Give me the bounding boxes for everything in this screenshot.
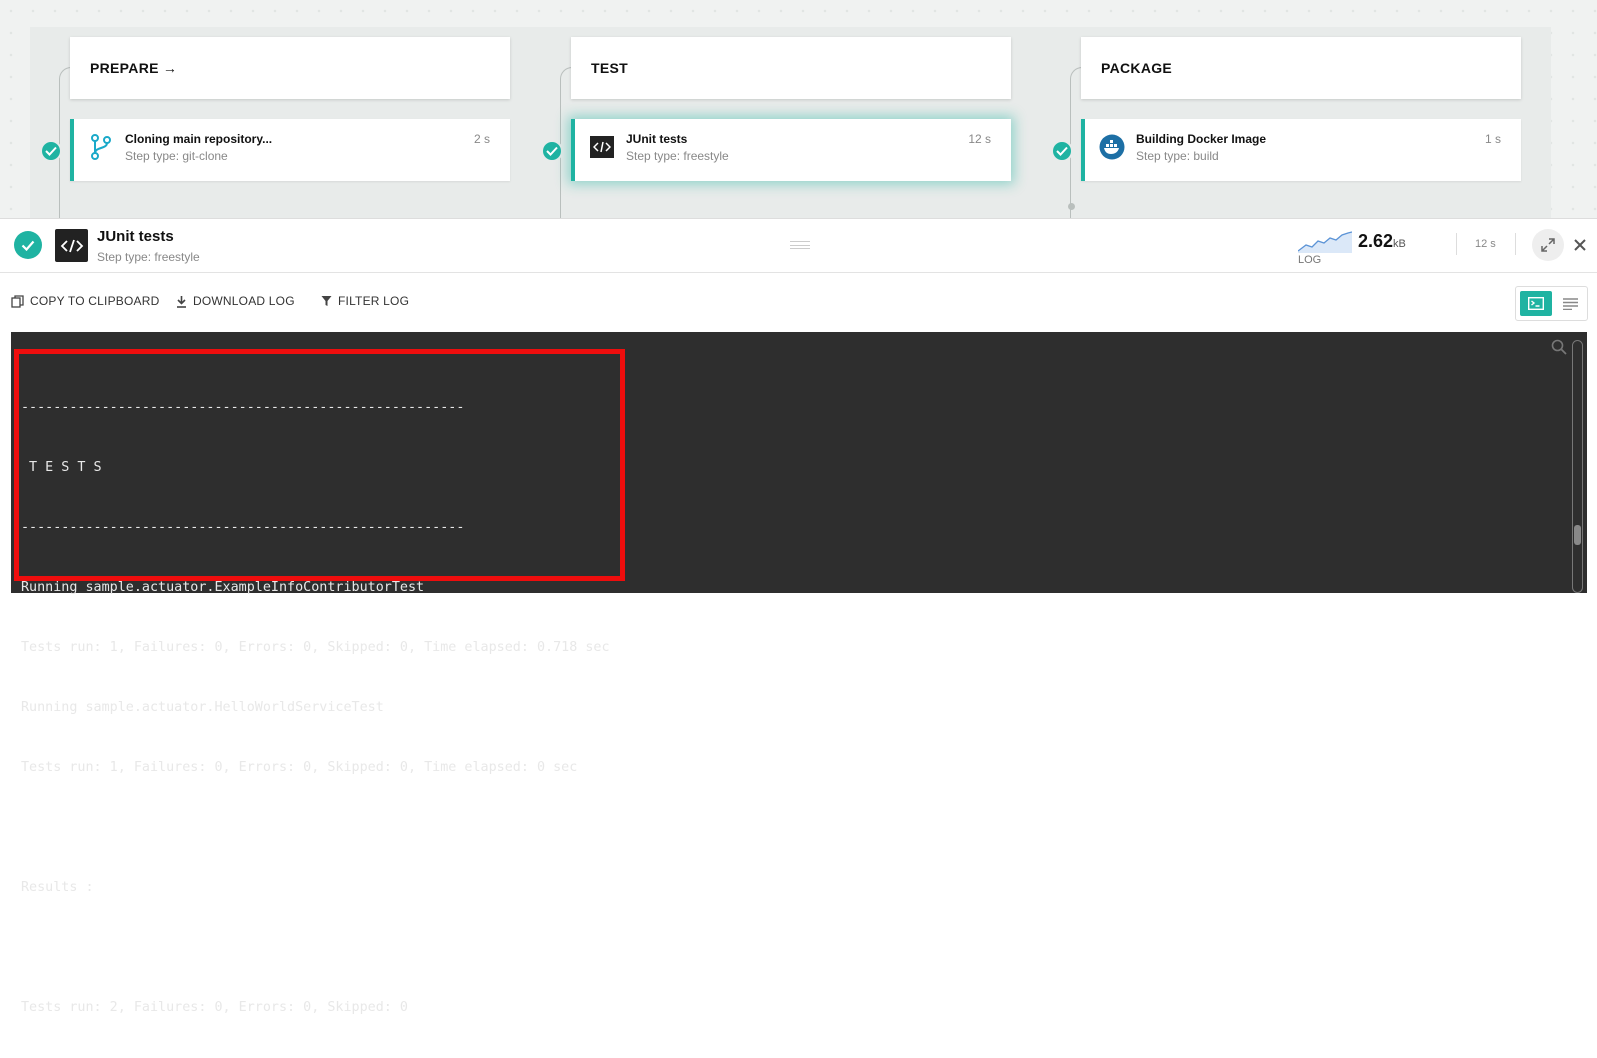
stage-column-test: TEST JUnit tests Step type: freestyle 12… — [531, 27, 1041, 218]
download-icon — [177, 295, 186, 308]
log-size-unit: kB — [1393, 238, 1406, 250]
terminal-icon — [1528, 297, 1544, 310]
download-label: DOWNLOAD LOG — [193, 294, 295, 308]
docker-icon — [1099, 134, 1125, 160]
copy-to-clipboard-button[interactable]: COPY TO CLIPBOARD — [11, 294, 159, 308]
scrollbar-thumb[interactable] — [1574, 525, 1581, 545]
log-line: Results : — [21, 880, 94, 895]
step-detail-title: JUnit tests — [97, 228, 174, 245]
step-success-check-icon — [541, 140, 563, 162]
step-title: Cloning main repository... — [125, 132, 273, 146]
step-duration: 1 s — [1484, 132, 1501, 146]
divider — [1456, 233, 1457, 255]
git-branch-icon — [88, 134, 114, 160]
log-size-value: 2.62 — [1358, 231, 1394, 251]
expand-button[interactable] — [1532, 229, 1564, 261]
log-line: Running sample.actuator.ExampleInfoContr… — [21, 580, 425, 595]
list-lines-icon — [1562, 297, 1578, 310]
log-line: Running sample.actuator.HelloWorldServic… — [21, 700, 384, 715]
log-line: Tests run: 1, Failures: 0, Errors: 0, Sk… — [21, 760, 578, 775]
step-detail-type: Step type: freestyle — [97, 250, 200, 264]
resize-drag-handle[interactable] — [790, 241, 810, 249]
step-duration: 2 s — [473, 132, 490, 146]
close-button[interactable] — [1568, 233, 1592, 257]
log-toolbar: COPY TO CLIPBOARD DOWNLOAD LOG FILTER LO… — [0, 273, 1597, 332]
stage-column-prepare: PREPARE → Cloning main repository... Ste… — [30, 27, 540, 218]
step-detail-duration: 12 s — [1475, 238, 1496, 250]
step-detail-header: JUnit tests Step type: freestyle LOG 2.6… — [0, 218, 1597, 273]
highlight-box — [14, 349, 625, 581]
stage-header-test: TEST — [571, 37, 1011, 99]
step-card-junit-tests[interactable]: JUnit tests Step type: freestyle 12 s — [571, 119, 1011, 181]
log-label: LOG — [1298, 254, 1322, 266]
log-line: Tests run: 2, Failures: 0, Errors: 0, Sk… — [21, 1000, 408, 1015]
filter-log-button[interactable]: FILTER LOG — [321, 294, 409, 308]
step-title: Building Docker Image — [1136, 132, 1267, 146]
step-type: Step type: build — [1136, 149, 1219, 163]
log-view-toggle — [1515, 286, 1588, 321]
log-line: Tests run: 1, Failures: 0, Errors: 0, Sk… — [21, 640, 610, 655]
stage-column-package: PACKAGE Building Docker Image Step type:… — [1041, 27, 1551, 218]
step-title: JUnit tests — [626, 132, 688, 146]
search-icon[interactable] — [1551, 339, 1567, 360]
filter-icon — [321, 296, 332, 306]
code-icon — [55, 229, 88, 262]
pipeline-end-dot — [1068, 203, 1075, 210]
step-success-check-icon — [14, 231, 42, 259]
step-card-cloning[interactable]: Cloning main repository... Step type: gi… — [70, 119, 510, 181]
code-icon — [589, 134, 615, 160]
step-success-check-icon — [40, 140, 62, 162]
step-type: Step type: git-clone — [125, 149, 228, 163]
step-duration: 12 s — [968, 132, 991, 146]
step-card-building-docker-image[interactable]: Building Docker Image Step type: build 1… — [1081, 119, 1521, 181]
expand-icon — [1541, 238, 1555, 252]
close-icon — [1574, 239, 1586, 251]
download-log-button[interactable]: DOWNLOAD LOG — [176, 294, 295, 308]
log-scrollbar[interactable] — [1572, 340, 1583, 593]
copy-label: COPY TO CLIPBOARD — [30, 294, 160, 308]
pipeline-view: PREPARE → Cloning main repository... Ste… — [0, 0, 1597, 218]
filter-label: FILTER LOG — [338, 294, 410, 308]
stage-header-package: PACKAGE — [1081, 37, 1521, 99]
text-view-button[interactable] — [1556, 291, 1584, 316]
copy-icon — [11, 294, 24, 308]
step-success-check-icon — [1051, 140, 1073, 162]
divider — [1515, 233, 1516, 255]
step-type: Step type: freestyle — [626, 149, 729, 163]
terminal-view-button[interactable] — [1520, 291, 1552, 316]
stage-header-prepare: PREPARE → — [70, 37, 510, 99]
log-terminal[interactable]: ----------------------------------------… — [11, 332, 1587, 1015]
